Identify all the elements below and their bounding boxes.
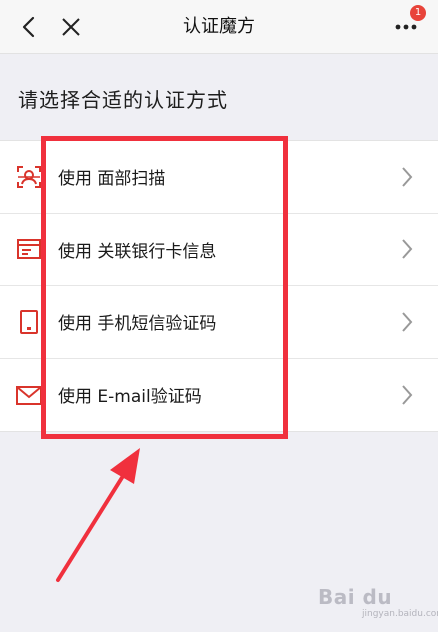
- mail-icon: [15, 381, 43, 409]
- face-scan-icon: [15, 163, 43, 191]
- watermark-url: jingyan.baidu.com: [362, 609, 438, 619]
- annotation-arrow: [56, 448, 140, 582]
- option-label: 使用 E-mail验证码: [58, 387, 202, 408]
- chevron-right-icon: [399, 381, 415, 409]
- verification-options-list: 使用 面部扫描 使用 关联银行卡信息 使用 手机短信验证码 使用 E-mail验…: [0, 140, 438, 432]
- notification-badge: 1: [410, 5, 426, 21]
- section-title: 请选择合适的认证方式: [18, 88, 228, 112]
- option-face-scan[interactable]: 使用 面部扫描: [0, 141, 438, 214]
- chevron-right-icon: [399, 308, 415, 336]
- option-email-code[interactable]: 使用 E-mail验证码: [0, 359, 438, 432]
- option-label: 使用 面部扫描: [58, 169, 166, 190]
- watermark-logo-text: Bai du: [318, 585, 393, 609]
- option-bank-card[interactable]: 使用 关联银行卡信息: [0, 214, 438, 286]
- page-title: 认证魔方: [183, 16, 255, 37]
- bank-card-icon: [15, 235, 43, 263]
- top-navigation-bar: 认证魔方 1: [0, 0, 438, 54]
- chevron-right-icon: [399, 163, 415, 191]
- phone-icon: [15, 308, 43, 336]
- option-sms-code[interactable]: 使用 手机短信验证码: [0, 286, 438, 359]
- chevron-right-icon: [399, 235, 415, 263]
- option-label: 使用 手机短信验证码: [58, 314, 217, 335]
- baidu-watermark: Bai du jingyan.baidu.com: [318, 585, 438, 625]
- more-dots-icon: [395, 24, 417, 30]
- option-label: 使用 关联银行卡信息: [58, 241, 217, 262]
